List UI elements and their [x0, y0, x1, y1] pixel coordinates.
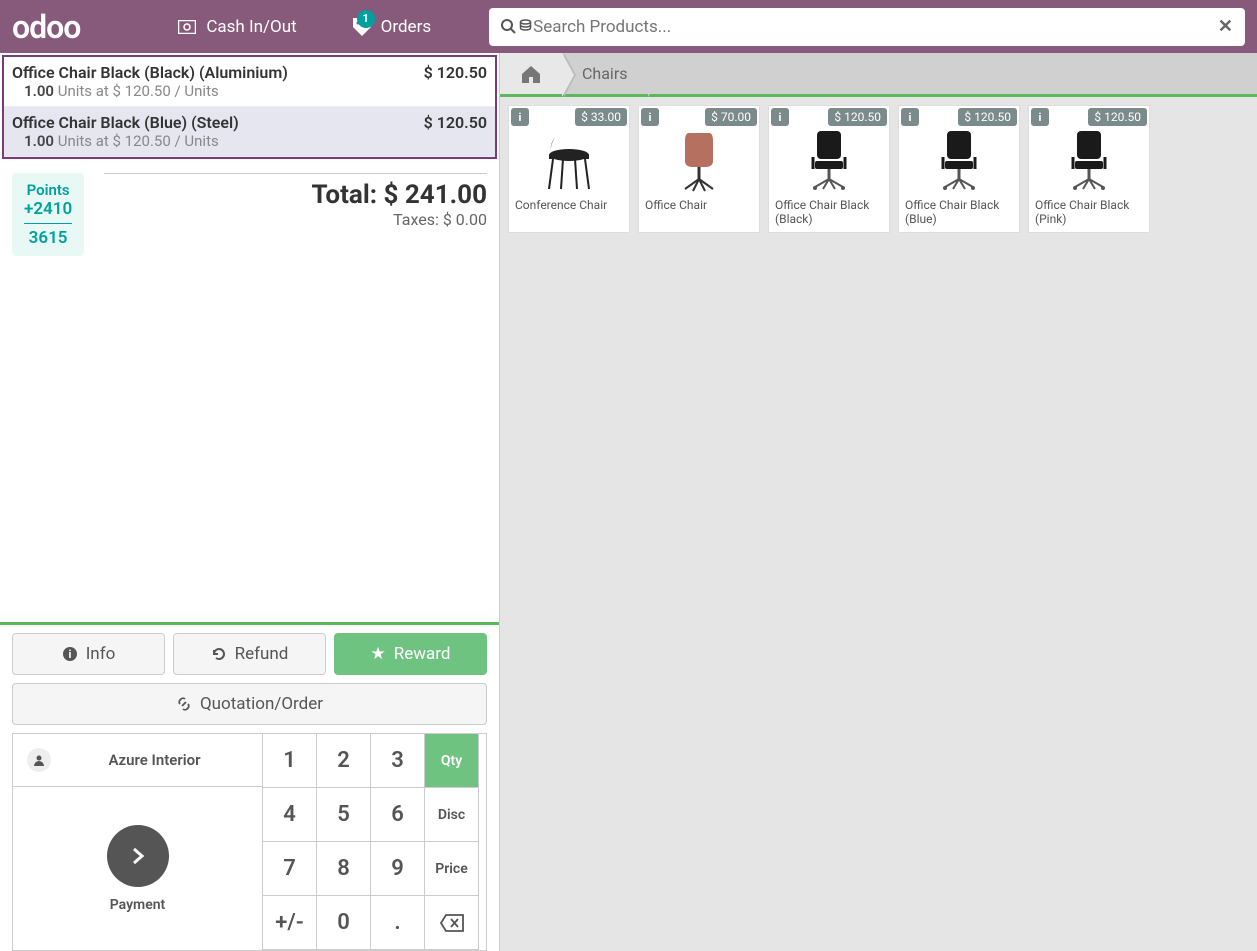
line-product-name: Office Chair Black (Blue) (Steel): [12, 113, 239, 132]
numpad-disc[interactable]: Disc: [425, 788, 479, 842]
clear-search-icon[interactable]: ✕: [1218, 16, 1233, 37]
numpad-price[interactable]: Price: [425, 842, 479, 896]
numpad-backspace[interactable]: [425, 896, 479, 950]
orders-label: Orders: [381, 17, 431, 37]
products-grid: i $ 33.00 Conference Chair i $ 70.00 Off…: [500, 97, 1257, 241]
product-price: $ 70.00: [705, 108, 757, 126]
numpad-dot[interactable]: .: [371, 896, 425, 950]
product-card[interactable]: i $ 70.00 Office Chair: [638, 105, 760, 233]
breadcrumb-home[interactable]: [500, 53, 562, 94]
product-card[interactable]: i $ 120.50 Office Chair Black (Black): [768, 105, 890, 233]
payment-button[interactable]: Payment: [13, 787, 263, 950]
numpad-8[interactable]: 8: [317, 842, 371, 896]
numpad-3[interactable]: 3: [371, 734, 425, 788]
numpad-1[interactable]: 1: [263, 734, 317, 788]
person-icon: [27, 748, 51, 772]
numpad-4[interactable]: 4: [263, 788, 317, 842]
product-name: Office Chair: [639, 194, 759, 226]
numpad-0[interactable]: 0: [317, 896, 371, 950]
search-icon: [501, 19, 533, 34]
numpad-plusminus[interactable]: +/-: [263, 896, 317, 950]
product-name: Conference Chair: [509, 194, 629, 226]
line-detail: 1.00 Units at $ 120.50 / Units: [12, 132, 487, 150]
product-name: Office Chair Black (Black): [769, 194, 889, 232]
order-taxes: Taxes: $ 0.00: [104, 210, 487, 229]
line-product-name: Office Chair Black (Black) (Aluminium): [12, 63, 288, 82]
product-info-icon[interactable]: i: [1031, 108, 1049, 126]
product-name: Office Chair Black (Blue): [899, 194, 1019, 232]
line-detail: 1.00 Units at $ 120.50 / Units: [12, 82, 487, 100]
star-icon: ★: [371, 644, 386, 664]
refund-button[interactable]: Refund: [173, 633, 326, 675]
line-price: $ 120.50: [424, 63, 487, 82]
product-info-icon[interactable]: i: [901, 108, 919, 126]
product-price: $ 120.50: [958, 108, 1017, 126]
totals: Total: $ 241.00 Taxes: $ 0.00: [104, 173, 487, 256]
odoo-logo: odoo: [12, 8, 140, 46]
loyalty-points: Points +2410 3615: [12, 173, 84, 256]
category-breadcrumb: Chairs: [500, 53, 1257, 97]
line-price: $ 120.50: [424, 113, 487, 132]
numpad-2[interactable]: 2: [317, 734, 371, 788]
customer-name: Azure Interior: [61, 751, 248, 769]
undo-icon: [211, 646, 227, 662]
tag-icon: 1: [353, 18, 371, 36]
order-line[interactable]: Office Chair Black (Black) (Aluminium) $…: [4, 57, 495, 107]
product-card[interactable]: i $ 120.50 Office Chair Black (Pink): [1028, 105, 1150, 233]
svg-text:i: i: [68, 648, 71, 661]
numpad-5[interactable]: 5: [317, 788, 371, 842]
product-name: Office Chair Black (Pink): [1029, 194, 1149, 232]
cash-label: Cash In/Out: [206, 17, 296, 37]
link-icon: [176, 696, 192, 712]
product-info-icon[interactable]: i: [771, 108, 789, 126]
order-panel: Office Chair Black (Black) (Aluminium) $…: [0, 53, 500, 951]
info-icon: i: [62, 646, 78, 662]
product-card[interactable]: i $ 120.50 Office Chair Black (Blue): [898, 105, 1020, 233]
pos-header: odoo Cash In/Out 1 Orders ✕: [0, 0, 1257, 53]
money-icon: [178, 20, 196, 34]
cash-in-out-button[interactable]: Cash In/Out: [160, 17, 314, 37]
home-icon: [520, 64, 542, 84]
breadcrumb-category[interactable]: Chairs: [562, 53, 648, 94]
product-price: $ 120.50: [1088, 108, 1147, 126]
product-info-icon[interactable]: i: [511, 108, 529, 126]
search-bar: ✕: [489, 8, 1245, 46]
keypad-area: Azure Interior Payment 1 2 3 Qty 4 5 6 D…: [12, 733, 487, 951]
numpad-6[interactable]: 6: [371, 788, 425, 842]
numpad-7[interactable]: 7: [263, 842, 317, 896]
info-button[interactable]: i Info: [12, 633, 165, 675]
backspace-icon: [440, 914, 464, 932]
chevron-right-icon: [107, 825, 169, 887]
product-info-icon[interactable]: i: [641, 108, 659, 126]
order-summary: Points +2410 3615 Total: $ 241.00 Taxes:…: [0, 161, 499, 268]
reward-button[interactable]: ★ Reward: [334, 633, 487, 675]
product-price: $ 120.50: [828, 108, 887, 126]
order-total: Total: $ 241.00: [104, 180, 487, 210]
order-lines: Office Chair Black (Black) (Aluminium) $…: [2, 55, 497, 159]
numpad-qty[interactable]: Qty: [425, 734, 479, 788]
orders-button[interactable]: 1 Orders: [335, 17, 449, 37]
orders-count-badge: 1: [357, 10, 375, 28]
numpad-9[interactable]: 9: [371, 842, 425, 896]
search-input[interactable]: [533, 17, 1218, 37]
product-price: $ 33.00: [575, 108, 627, 126]
numpad: 1 2 3 Qty 4 5 6 Disc 7 8 9 Price +/- 0 .: [263, 734, 479, 950]
customer-button[interactable]: Azure Interior: [13, 734, 263, 787]
products-panel: Chairs i $ 33.00 Conference Chair i $ 70…: [500, 53, 1257, 951]
quotation-button[interactable]: Quotation/Order: [12, 683, 487, 725]
product-card[interactable]: i $ 33.00 Conference Chair: [508, 105, 630, 233]
order-line[interactable]: Office Chair Black (Blue) (Steel) $ 120.…: [4, 107, 495, 157]
